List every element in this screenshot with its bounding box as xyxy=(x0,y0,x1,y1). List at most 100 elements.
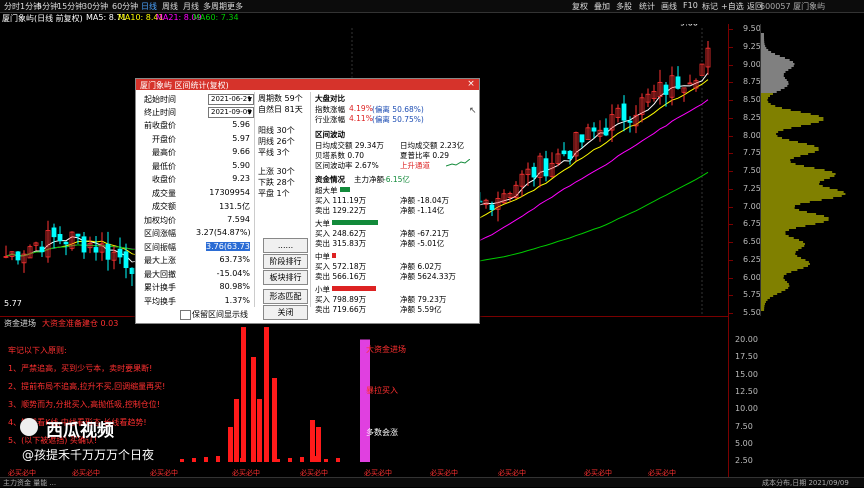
play-icon xyxy=(20,418,38,436)
price-tick: 9.50 xyxy=(743,24,761,33)
watermark: 西瓜视频 xyxy=(20,416,130,441)
dialog-button[interactable]: 阶段排行 xyxy=(263,254,308,269)
candle-body xyxy=(561,150,567,155)
buy-signal-mark: 必买必中 xyxy=(430,468,458,477)
candle-body xyxy=(579,134,585,143)
tick-mark xyxy=(729,313,733,314)
candle-body xyxy=(567,150,573,160)
dialog-button[interactable]: 形态匹配 xyxy=(263,289,308,304)
buy-signal-mark: 必买必中 xyxy=(498,468,526,477)
indicator-label: 暴拉买入 xyxy=(366,385,398,395)
dialog-button[interactable]: ...... xyxy=(263,238,308,253)
high-price-label: 9.66 xyxy=(680,24,698,28)
price-axis: 9.50 9.25 9.00 8.75 8.50 8.25 8.00 7.75 7.50 7.25… xyxy=(728,24,761,317)
candle-body xyxy=(543,158,549,177)
tick-mark xyxy=(729,117,733,119)
small-bar xyxy=(300,457,304,462)
chart-header: 厦门象屿(日线 前复权) MA5: 8.71 MA10: 8.41 MA21: … xyxy=(0,12,755,24)
indicator-tick: 12.50 xyxy=(735,386,758,396)
indicator-label: 多数会涨 xyxy=(366,427,398,437)
dialog-button[interactable]: 板块排行 xyxy=(263,270,308,285)
menu-item[interactable]: 分时 xyxy=(4,1,20,12)
menu-item[interactable]: 30分钟 xyxy=(82,1,108,12)
menu-item[interactable]: 更多 xyxy=(227,1,243,12)
menu-item[interactable]: F10 xyxy=(683,1,698,10)
tick-mark xyxy=(729,259,733,261)
candle-body xyxy=(57,234,63,242)
tick-mark xyxy=(729,188,733,190)
price-tick: 8.25 xyxy=(743,112,761,122)
tick-mark xyxy=(729,295,733,297)
tick-mark xyxy=(729,64,733,66)
index-value: 4.19% xyxy=(349,104,373,113)
candle-body xyxy=(63,241,69,245)
menu-item[interactable]: 画线 xyxy=(661,1,677,12)
trading-note: 1、严禁追高，买到少亏本，卖时要果断! xyxy=(8,364,153,373)
price-tick: 8.50 xyxy=(743,95,761,104)
indicator-tick: 2.50 xyxy=(735,456,753,466)
inflow-bar xyxy=(316,427,321,462)
dialog-button[interactable]: 关闭 xyxy=(263,305,308,320)
menu-item[interactable]: 复权 xyxy=(572,1,588,12)
tick-mark xyxy=(729,206,733,208)
industry-deviation: (偏离 50.75%) xyxy=(372,115,424,124)
menu-item[interactable]: 多股 xyxy=(616,1,632,12)
small-bar xyxy=(324,459,328,462)
menu-item[interactable]: 月线 xyxy=(183,1,199,12)
candle-body xyxy=(15,251,21,261)
menu-item[interactable]: +自选 xyxy=(721,1,744,12)
menu-item[interactable]: 5分钟 xyxy=(37,1,58,12)
status-right: 成本分布,日期 2021/09/09 xyxy=(762,479,849,487)
range-stats-dialog[interactable]: 厦门象屿 区间统计(复权) × 起始时间 2021-06-21 ▼ 终止时间 20… xyxy=(135,78,480,324)
menu-item[interactable]: 标记 xyxy=(702,1,718,12)
candle-body xyxy=(105,243,111,260)
menu-item[interactable]: 15分钟 xyxy=(57,1,83,12)
buy-signal-mark: 必买必中 xyxy=(300,468,328,477)
tick-mark xyxy=(729,153,733,155)
candle-body xyxy=(129,267,135,275)
dialog-buttons: ...... 阶段排行 板块排行形态匹配 关闭 xyxy=(136,79,479,323)
main-net-value: -6.15亿 xyxy=(383,175,410,184)
candle-body xyxy=(117,248,123,258)
menu-item[interactable]: 60分钟 xyxy=(112,1,138,12)
stock-code-label: 600057 厦门象屿 xyxy=(760,2,826,11)
candle-body xyxy=(627,120,633,123)
candle-body xyxy=(75,233,81,237)
candle-body xyxy=(591,127,597,132)
candle-body xyxy=(51,227,57,238)
small-bar xyxy=(336,458,340,462)
menu-item[interactable]: 多周期 xyxy=(203,1,227,12)
tick-mark xyxy=(729,100,733,101)
indicator-tick: 15.00 xyxy=(735,369,758,379)
candle-body xyxy=(123,251,129,269)
buy-signal-mark: 必买必中 xyxy=(584,468,612,477)
price-tick: 7.50 xyxy=(743,166,761,175)
low-price-label: 5.77 xyxy=(4,299,22,308)
tick-mark xyxy=(729,46,733,48)
candle-body xyxy=(663,84,669,95)
price-tick: 8.75 xyxy=(743,77,761,87)
cost-distribution-chart xyxy=(760,24,846,316)
volatility-title: 区间波动 xyxy=(315,130,345,139)
tick-mark xyxy=(729,242,733,243)
chart-stock-name: 厦门象屿(日线 前复权) xyxy=(2,14,83,23)
small-bar xyxy=(312,456,316,462)
menu-item[interactable]: 日线 xyxy=(141,1,157,12)
candle-body xyxy=(93,247,99,253)
price-tick: 6.00 xyxy=(743,272,761,282)
trading-note: 牢记以下入原则: xyxy=(8,346,67,355)
status-left: 主力资金 量能 ... xyxy=(3,479,57,487)
price-tick: 6.25 xyxy=(743,254,761,264)
candle-body xyxy=(39,246,45,253)
menu-item[interactable]: 统计 xyxy=(639,1,655,12)
price-tick: 7.75 xyxy=(743,148,761,158)
trading-note: 2、提前布局不追高,拉升不买,回调缩量再买! xyxy=(8,382,166,391)
ma60-label: MA60: 7.34 xyxy=(193,13,239,22)
main-net-label: 主力净额 xyxy=(354,175,384,184)
menu-item[interactable]: 叠加 xyxy=(594,1,610,12)
author-label: @孩提禾千万万万个日夜 xyxy=(22,448,155,462)
indicator-label: 大资金进场 xyxy=(366,344,406,354)
tick-mark xyxy=(729,29,733,30)
tick-mark xyxy=(729,171,733,172)
menu-item[interactable]: 周线 xyxy=(162,1,178,12)
